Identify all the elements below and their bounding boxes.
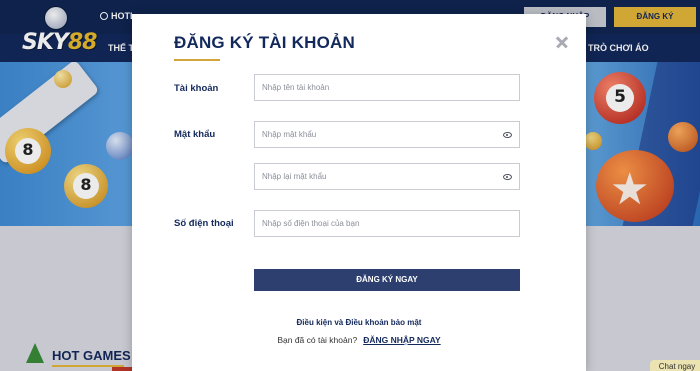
title-underline (174, 59, 220, 61)
confirm-password-input[interactable] (255, 164, 519, 189)
username-input[interactable] (255, 75, 519, 100)
register-now-button[interactable]: ĐĂNG KÝ NGAY (254, 269, 520, 291)
confirm-password-field[interactable] (254, 163, 520, 190)
password-label: Mật khẩu (174, 129, 216, 140)
register-modal: ĐĂNG KÝ TÀI KHOẢN Tài khoản Mật khẩu Số … (132, 14, 586, 371)
phone-field[interactable] (254, 210, 520, 237)
modal-title: ĐĂNG KÝ TÀI KHOẢN (174, 33, 355, 52)
username-field[interactable] (254, 74, 520, 101)
phone-label: Số điện thoại (174, 218, 234, 229)
phone-input[interactable] (255, 211, 519, 236)
eye-icon[interactable] (503, 132, 512, 138)
have-account-text: Bạn đã có tài khoản? (277, 335, 358, 345)
password-field[interactable] (254, 121, 520, 148)
terms-link[interactable]: Điều kiện và Điều khoản bảo mật (132, 318, 586, 327)
username-label: Tài khoản (174, 83, 219, 94)
password-input[interactable] (255, 122, 519, 147)
eye-icon[interactable] (503, 174, 512, 180)
close-icon[interactable] (552, 32, 572, 52)
login-now-link[interactable]: ĐĂNG NHẬP NGAY (363, 335, 440, 345)
login-prompt: Bạn đã có tài khoản? ĐĂNG NHẬP NGAY (132, 335, 586, 345)
